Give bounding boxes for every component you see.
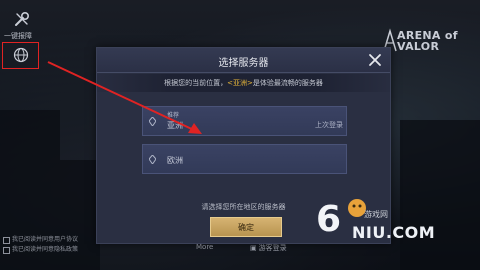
- globe-icon[interactable]: [13, 47, 29, 63]
- brand-logo-text: ARENA of VALOR: [397, 29, 458, 53]
- dialog-header: 选择服务器: [97, 48, 390, 73]
- agreement-notes: 我已阅读并同意用户协议 我已阅读并同意隐私政策: [3, 235, 78, 255]
- confirm-button[interactable]: 确定: [210, 217, 282, 237]
- close-icon[interactable]: [368, 53, 382, 67]
- wrench-icon[interactable]: [13, 10, 31, 28]
- agreement-note[interactable]: 我已阅读并同意隐私政策: [3, 245, 78, 255]
- checkbox-icon[interactable]: [3, 236, 10, 244]
- server-list: 推荐 亚洲 上次登录 欧洲: [142, 106, 347, 182]
- location-recommendation-bar: 根据您的当前位置，<亚洲>是体验最流畅的服务器: [97, 74, 390, 92]
- more-link[interactable]: More: [196, 243, 213, 251]
- signal-icon: [149, 117, 156, 126]
- guest-login-button[interactable]: ▣ 游客登录: [250, 243, 287, 253]
- agreement-note[interactable]: 我已阅读并同意用户协议: [3, 235, 78, 245]
- server-item-europe[interactable]: 欧洲: [142, 144, 347, 174]
- guest-icon: ▣: [250, 244, 257, 252]
- dialog-title: 选择服务器: [218, 58, 269, 69]
- server-select-highlight: [2, 42, 39, 69]
- watermark-digit: 6: [316, 199, 342, 240]
- signal-icon: [149, 155, 156, 164]
- location-recommendation: 根据您的当前位置，<亚洲>是体验最流畅的服务器: [164, 79, 323, 87]
- report-issue-label[interactable]: 一键报障: [4, 31, 32, 41]
- last-login-label: 上次登录: [315, 121, 343, 129]
- server-name: 亚洲: [167, 121, 183, 130]
- server-item-asia[interactable]: 推荐 亚洲 上次登录: [142, 106, 347, 136]
- recommended-tag: 推荐: [167, 112, 180, 119]
- watermark-brand: NIU.COM: [352, 223, 436, 242]
- watermark-cn: 游戏网: [364, 210, 388, 219]
- server-name: 欧洲: [167, 156, 183, 165]
- checkbox-icon[interactable]: [3, 246, 10, 254]
- confirm-label: 确定: [238, 223, 254, 232]
